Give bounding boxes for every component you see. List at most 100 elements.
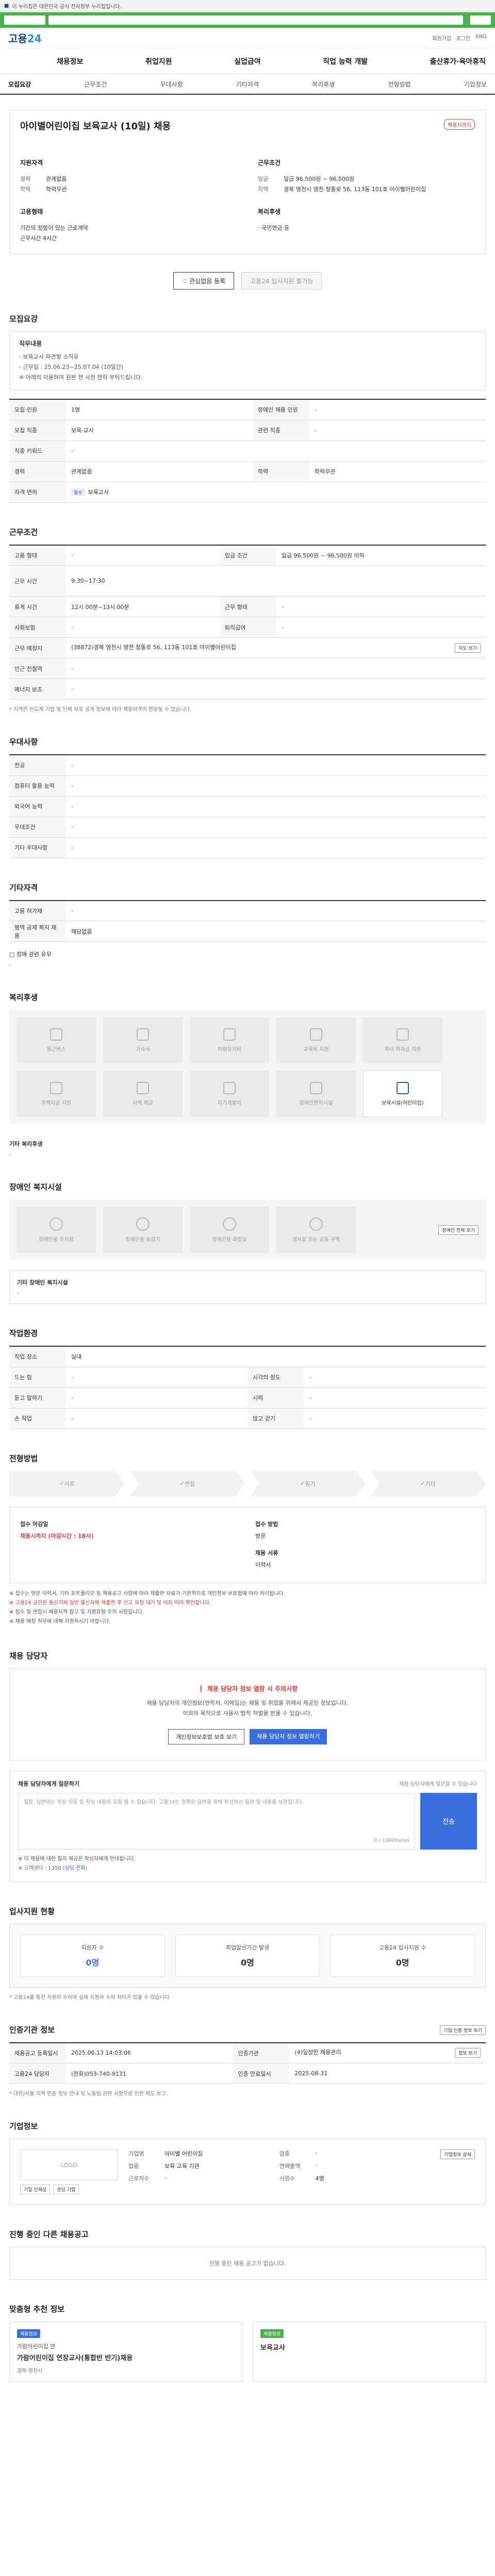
recommend-list: 채용정보 가람어린이집 연 가람어린이집 연장교사(통합반 반기)채용 경북 영… [9, 2321, 486, 2382]
summary-qualification: 지원자격 경력 관계없음 학력 학력무관 [20, 159, 67, 193]
env-table: 작업 장소 실내 드는 힘 - 시각의 정도 - 듣고 말하기 - 시력 - 손 작업 - 앉고 … [9, 1346, 486, 1429]
tab-recruit[interactable]: 모집요강 [8, 80, 31, 89]
welfare-education: 교육비 지원 [276, 1017, 356, 1063]
section-tabs: 모집요강 근무조건 우대사항 기타자격 복리후생 전형방법 기업정보 [0, 74, 495, 95]
help-center-link[interactable]: ※ 고객센터 : 1350 (상담 전화) [18, 1866, 88, 1871]
disab-more-button[interactable]: 장애인 전체 보기 [438, 1225, 478, 1235]
recommend-card[interactable]: 채용정보 보육교사 [253, 2321, 486, 2382]
brand-row: 고용24 회원가입 로그인 ENG [0, 28, 495, 48]
search-category-select[interactable] [4, 15, 45, 25]
work-note: * 지역은 반도체 기업 및 단체 보유 공개 정보에 따라 채용자격이 변동될… [9, 707, 192, 713]
company-fav-button[interactable]: 관심 기업 [53, 2184, 79, 2194]
stat-referral: 취업알선기간 발생 0명 [175, 1934, 320, 1977]
car-icon [223, 1028, 236, 1041]
parking-icon [50, 1217, 63, 1231]
heart-icon: ♡ [182, 278, 190, 285]
nav-parental-leave[interactable]: 출산휴가·육아휴직 [430, 56, 486, 66]
tab-pref[interactable]: 우대사항 [160, 80, 183, 89]
disab-parking: 장애인용 주차장 [16, 1207, 96, 1253]
signup-link[interactable]: 회원가입 [432, 34, 451, 42]
step-written: ✓ 필기 [250, 1470, 366, 1497]
info-detail-button[interactable]: 정보 보기 [455, 2048, 481, 2058]
accessibility-icon [310, 1081, 322, 1094]
bed-icon [137, 1028, 149, 1041]
welfare-tuition: 자녀 학자금 지원 [363, 1017, 442, 1063]
step-document: ✓ 서류 [9, 1470, 125, 1497]
bus-icon [50, 1028, 62, 1041]
top-search-bar [0, 12, 495, 28]
job-description-box: 직무내용 - 보육교사 파견형 소직유 - 근무일 : 25.06.23~25.… [9, 331, 486, 391]
search-button[interactable] [470, 15, 491, 25]
tab-etc[interactable]: 기타자격 [236, 80, 259, 89]
welfare-daycare: 보육시설(어린이집) [363, 1071, 442, 1117]
toilet-icon [223, 1217, 236, 1231]
deadline-badge: 채용시까지 [444, 119, 475, 130]
not-interested-button[interactable]: ♡ 관심없음 등록 [173, 272, 235, 290]
question-send-button[interactable]: 전송 [420, 1792, 477, 1850]
question-box: 채용 담당자에게 질문하기 채용 담당자에게 질문할 수 있습니다 질문, 답변에… [9, 1770, 486, 1882]
reception-box: 접수 마감일 채용시까지 (마감시간 : 18시) 접수 방법 방문 채용 서류… [9, 1506, 486, 1583]
privacy-law-button[interactable]: 개인정보보호법 보호 보기 [168, 1728, 245, 1744]
gov-banner: ■ 이 누리집은 대한민국 공식 전자정부 누리집입니다. [0, 0, 495, 12]
info-table: 채용공고 등록일시 2025.06.13 14:03:06 인증기관 (4)일정한 채… [9, 2042, 486, 2084]
recommend-title: 맞춤형 추천 정보 [9, 2304, 65, 2314]
tab-process[interactable]: 전형방법 [388, 80, 410, 89]
welfare-title: 복리후생 [9, 993, 38, 1002]
work-table: 고용 형태 - 임금 조건 일급 96,500원 ~ 96,500원 이하 근무 시간… [9, 544, 486, 700]
cert-info-button[interactable]: 기업 인증 정보 보기 [440, 2025, 486, 2035]
pref-table: 전공 - 컴퓨터 활용 능력 - 외국어 능력 - 우대조건 - 기타 우대사항 - [9, 754, 486, 858]
company-title: 기업정보 [9, 2122, 38, 2131]
related-empty: 진행 중인 채용 공고가 없습니다. [9, 2247, 486, 2280]
required-tag: 필수 [71, 488, 85, 496]
check-icon: ✓ [420, 1480, 425, 1487]
elevator-icon [136, 1217, 150, 1231]
contact-title: 채용 담당자 [9, 1651, 48, 1660]
disab-elevator: 장애인용 승강기 [103, 1207, 183, 1253]
company-box: LOGO 기업 인재상 관심 기업 기업명 아이별 어린이집 업종 - 업종 보육 교… [9, 2139, 486, 2205]
login-link[interactable]: 로그인 [456, 34, 471, 42]
nav-jobs[interactable]: 채용정보 [57, 56, 84, 66]
question-textarea[interactable]: 질문, 답변에는 작성 자유 등 작성 내용이 포함 될 수 있습니다. 고용2… [18, 1792, 415, 1850]
process-notes: ※ 접수는 방문 이력서, 기타 포트폴리오 등 채용공고 사항에 따라 제출한… [9, 1590, 285, 1624]
welfare-company-housing: 사택 제공 [103, 1071, 183, 1117]
env-title: 작업환경 [9, 1329, 38, 1338]
graduation-cap-icon [397, 1028, 409, 1041]
search-input[interactable] [48, 15, 463, 25]
ramp-icon [309, 1217, 323, 1231]
disab-toilet: 장애인용 화장실 [190, 1207, 269, 1253]
nav-employment-support[interactable]: 취업지원 [145, 56, 172, 66]
welfare-dormitory: 기숙사 [103, 1017, 183, 1063]
house-icon [50, 1081, 62, 1094]
map-button[interactable]: 지도 보기 [455, 643, 481, 653]
tab-work[interactable]: 근무조건 [84, 80, 107, 89]
apply-disabled-button[interactable]: 고용24 입사지원 불가능 [241, 272, 322, 290]
step-other: ✓ 기타 [370, 1470, 486, 1497]
company-talent-button[interactable]: 기업 인재상 [20, 2184, 51, 2194]
book-icon [310, 1028, 322, 1041]
logo[interactable]: 고용24 [8, 30, 42, 45]
view-contact-button[interactable]: 채용 담당자 정보 열람하기 [250, 1728, 327, 1744]
summary-welfare: 복리후생 · 국민연금 등 [258, 208, 290, 231]
step-interview: ✓ 면접 [129, 1470, 245, 1497]
nav-training[interactable]: 직업 능력 개발 [323, 56, 368, 66]
tab-company[interactable]: 기업정보 [464, 80, 487, 89]
etc-title: 기타자격 [9, 883, 38, 892]
recruit-table: 모집 인원 1명 장애인 채용 인원 - 모집 직종 보육·교사 관련 직종 - 직종 키워… [9, 399, 486, 503]
stats-title: 입사지원 현황 [9, 1906, 55, 1916]
tab-welfare[interactable]: 복리후생 [312, 80, 335, 89]
lang-link[interactable]: ENG [475, 34, 487, 42]
disab-extra: 기타 장애인 복지시설 - [9, 1270, 486, 1304]
disability-related: □ 장애 관련 유무 - [9, 951, 52, 968]
recruit-title: 모집요강 [9, 314, 38, 324]
welfare-grid: 통근버스 기숙사 차량유지비 교육비 지원 자녀 학자금 지원 주택자금 지원 … [9, 1010, 486, 1124]
process-title: 전형방법 [9, 1453, 38, 1463]
warning-icon: ❗ [197, 1685, 207, 1692]
nav-unemployment-benefit[interactable]: 실업급여 [234, 56, 261, 66]
company-detail-button[interactable]: 기업정보 상세 [440, 2149, 475, 2159]
stat-applicants: 지원자 수 0명 [20, 1934, 165, 1977]
work-title: 근무조건 [9, 527, 38, 537]
info-title: 인증기관 정보 [9, 2025, 55, 2035]
job-summary: 아이별어린이집 보육교사 (10일) 채용 채용시까지 지원자격 경력 관계없음 … [9, 110, 486, 255]
disab-grid: 장애인용 주차장 장애인용 승강기 장애인용 화장실 경사로 또는 공동 구역 … [9, 1199, 486, 1260]
recommend-card[interactable]: 채용정보 가람어린이집 연 가람어린이집 연장교사(통합반 반기)채용 경북 영… [9, 2321, 242, 2382]
